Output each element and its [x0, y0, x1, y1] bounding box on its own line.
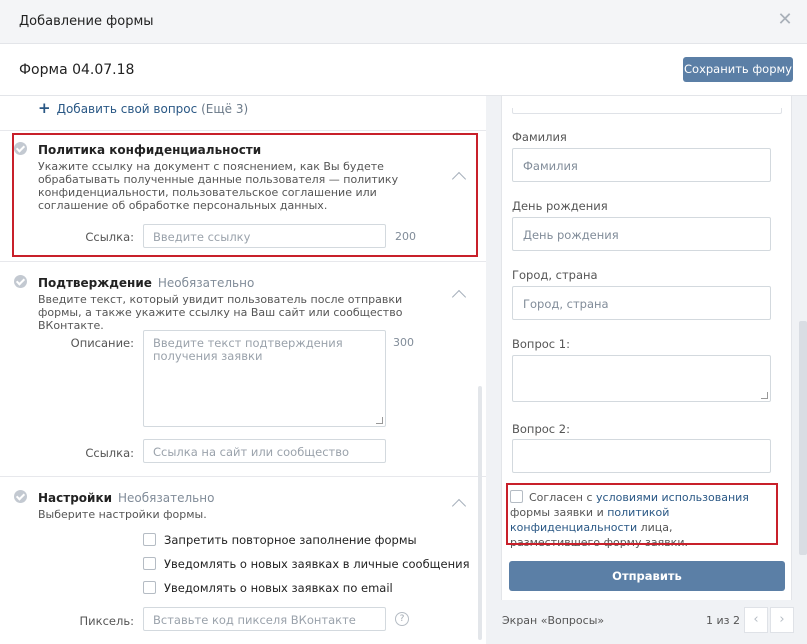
check-icon	[14, 275, 27, 288]
setting-option[interactable]: Уведомлять о новых заявках по email	[143, 581, 393, 595]
privacy-highlight	[12, 133, 478, 257]
confirmation-desc-label: Описание:	[70, 336, 134, 350]
setting-option[interactable]: Уведомлять о новых заявках в личные сооб…	[143, 557, 470, 571]
preview-field-label: Фамилия	[512, 130, 567, 144]
form-header: Форма 04.07.18 Сохранить форму	[0, 45, 807, 96]
resize-handle[interactable]	[376, 417, 383, 424]
scrollbar[interactable]	[799, 321, 807, 555]
consent-highlight	[506, 483, 778, 545]
chevron-up-icon[interactable]	[451, 498, 467, 514]
previous-field-edge	[512, 108, 782, 114]
setting-option-label: Уведомлять о новых заявках по email	[164, 581, 393, 595]
preview-field-label: День рождения	[512, 199, 608, 213]
setting-option-label: Уведомлять о новых заявках в личные сооб…	[164, 557, 470, 571]
preview-field-label: Город, страна	[512, 268, 598, 282]
plus-icon: +	[38, 99, 51, 117]
preview-field-input[interactable]: Фамилия	[512, 148, 771, 182]
confirmation-title: Подтверждение Необязательно	[38, 276, 254, 290]
prev-page-button[interactable]: ‹	[744, 607, 768, 633]
chevron-up-icon[interactable]	[451, 289, 467, 305]
checkbox[interactable]	[143, 557, 156, 570]
pixel-input[interactable]: Вставьте код пикселя ВКонтакте	[143, 607, 386, 631]
checkbox[interactable]	[143, 581, 156, 594]
scrollbar[interactable]	[478, 386, 482, 640]
divider	[0, 476, 486, 477]
checkbox[interactable]	[143, 533, 156, 546]
close-icon[interactable]: ✕	[777, 11, 793, 29]
add-question-label: Добавить свой вопрос	[56, 102, 198, 116]
add-question-link[interactable]: + Добавить свой вопрос (Ещё 3)	[38, 99, 248, 117]
divider	[0, 261, 486, 262]
help-icon[interactable]: ?	[395, 612, 409, 626]
remaining-count: (Ещё 3)	[201, 102, 249, 116]
save-form-button[interactable]: Сохранить форму	[683, 57, 793, 82]
setting-option-label: Запретить повторное заполнение формы	[164, 533, 417, 547]
preview-question-1-input[interactable]	[512, 355, 771, 402]
settings-title-text: Настройки	[38, 491, 113, 505]
setting-option[interactable]: Запретить повторное заполнение формы	[143, 533, 417, 547]
confirmation-link-label: Ссылка:	[85, 446, 134, 460]
confirmation-textarea[interactable]: Введите текст подтверждения получения за…	[143, 330, 386, 427]
form-name: Форма 04.07.18	[19, 62, 135, 78]
preview-field-input[interactable]: Город, страна	[512, 286, 771, 320]
modal-title: Добавление формы	[19, 14, 154, 29]
settings-description: Выберите настройки формы.	[38, 508, 207, 521]
optional-label: Необязательно	[157, 276, 255, 290]
settings-title: Настройки Необязательно	[38, 491, 214, 505]
send-button[interactable]: Отправить	[509, 561, 785, 591]
modal-header: Добавление формы ✕	[0, 0, 807, 44]
screen-label: Экран «Вопросы»	[502, 614, 605, 627]
confirmation-link-input[interactable]: Ссылка на сайт или сообщество	[143, 439, 386, 463]
optional-label: Необязательно	[118, 491, 215, 505]
confirmation-description: Введите текст, который увидит пользовате…	[38, 293, 403, 332]
check-icon	[14, 490, 27, 503]
pixel-label: Пиксель:	[79, 614, 134, 628]
confirmation-desc-limit: 300	[393, 336, 414, 349]
preview-question-2-input[interactable]	[512, 439, 771, 473]
preview-field-label: Вопрос 1:	[512, 337, 570, 351]
resize-handle[interactable]	[761, 392, 768, 399]
divider	[0, 130, 486, 131]
page-count: 1 из 2	[706, 614, 740, 627]
preview-field-label: Вопрос 2:	[512, 422, 570, 436]
next-page-button[interactable]: ›	[770, 607, 794, 633]
confirmation-textarea-placeholder: Введите текст подтверждения получения за…	[153, 336, 343, 363]
preview-field-input[interactable]: День рождения	[512, 217, 771, 251]
confirmation-title-text: Подтверждение	[38, 276, 152, 290]
